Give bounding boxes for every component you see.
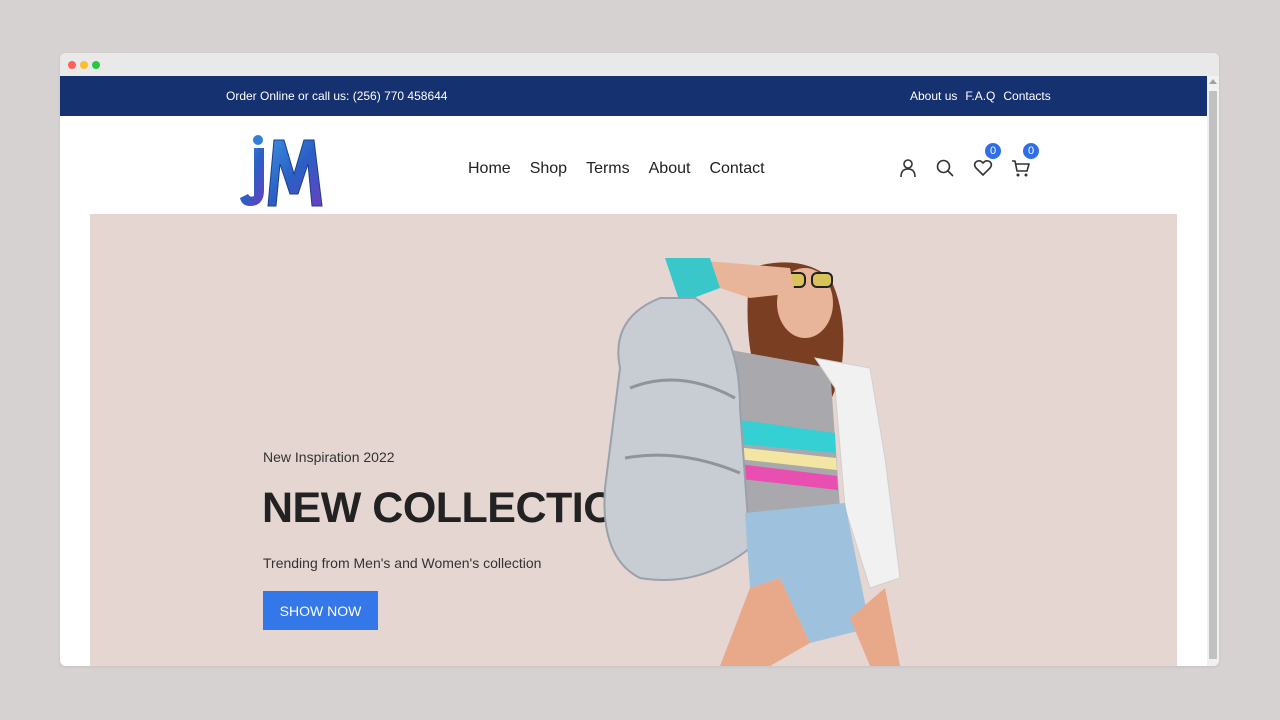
browser-window: Order Online or call us: (256) 770 45864… [60, 53, 1219, 666]
main-nav: Home Shop Terms About Contact [468, 160, 765, 178]
cart-count-badge: 0 [1023, 143, 1039, 159]
hero-model-image [600, 258, 940, 666]
close-window-button[interactable] [68, 61, 76, 69]
wishlist-button[interactable] [973, 158, 995, 180]
contacts-link[interactable]: Contacts [1003, 89, 1050, 103]
maximize-window-button[interactable] [92, 61, 100, 69]
nav-shop[interactable]: Shop [530, 160, 567, 178]
nav-home[interactable]: Home [468, 160, 511, 178]
user-icon [900, 159, 916, 178]
scroll-up-arrow-icon[interactable] [1209, 79, 1217, 84]
scrollbar-thumb[interactable] [1209, 91, 1217, 659]
faq-link[interactable]: F.A.Q [965, 89, 995, 103]
hero-kicker: New Inspiration 2022 [263, 449, 395, 465]
minimize-window-button[interactable] [80, 61, 88, 69]
hero-subtitle: Trending from Men's and Women's collecti… [263, 555, 542, 571]
nav-about[interactable]: About [649, 160, 691, 178]
heart-icon [973, 159, 993, 177]
cart-icon [1012, 160, 1030, 177]
nav-terms[interactable]: Terms [586, 160, 630, 178]
about-us-link[interactable]: About us [910, 89, 957, 103]
nav-contact[interactable]: Contact [709, 160, 764, 178]
hero-banner: New Inspiration 2022 NEW COLLECTION! Tre… [90, 214, 1177, 666]
vertical-scrollbar[interactable] [1207, 76, 1219, 666]
cart-button[interactable] [1011, 158, 1033, 180]
show-now-button[interactable]: SHOW NOW [263, 591, 378, 630]
site-header: Home Shop Terms About Contact 0 0 [60, 116, 1207, 214]
top-info-bar: Order Online or call us: (256) 770 45864… [60, 76, 1207, 116]
account-button[interactable] [898, 158, 920, 180]
search-icon [936, 159, 954, 177]
wishlist-count-badge: 0 [985, 143, 1001, 159]
top-links: About us F.A.Q Contacts [910, 89, 1051, 103]
site-logo[interactable] [238, 132, 326, 212]
order-phone-text: Order Online or call us: (256) 770 45864… [226, 89, 448, 103]
search-button[interactable] [935, 158, 957, 180]
window-titlebar [60, 53, 1219, 76]
